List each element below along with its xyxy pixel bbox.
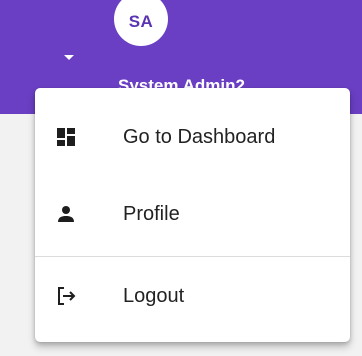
logout-icon (54, 284, 78, 308)
menu-item-label: Profile (123, 202, 180, 225)
menu-item-label: Go to Dashboard (123, 125, 276, 148)
person-icon (54, 202, 78, 226)
dashboard-icon (54, 125, 78, 149)
chevron-down-icon[interactable] (64, 55, 74, 60)
avatar[interactable]: SA (114, 0, 168, 46)
menu-divider (35, 256, 350, 257)
menu-item-profile[interactable]: Profile (35, 179, 350, 249)
menu-item-dashboard[interactable]: Go to Dashboard (35, 102, 350, 172)
user-menu: Go to Dashboard Profile Logout (35, 88, 350, 342)
menu-item-logout[interactable]: Logout (35, 261, 350, 331)
menu-item-label: Logout (123, 284, 185, 307)
app-screen: SA System Admin2 Go to Dashboard Profile… (0, 0, 362, 356)
